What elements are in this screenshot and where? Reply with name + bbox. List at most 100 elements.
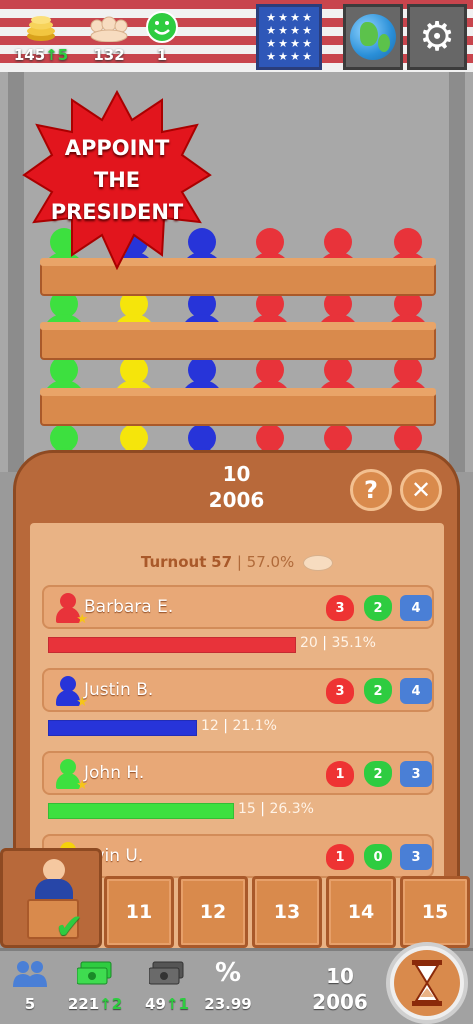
help-icon: ? — [364, 476, 378, 504]
heart-icon: 3 — [326, 595, 354, 621]
debt-up-arrow-icon: ↑ — [165, 995, 179, 1013]
candidate-name: Barbara E. — [84, 597, 174, 617]
shield-icon: 2 — [364, 678, 392, 704]
banknote-icon — [60, 957, 130, 989]
rate-stat: % 23.99 — [200, 957, 256, 1013]
population-stat: 5 — [8, 957, 52, 1013]
coins-value: 145 — [13, 46, 46, 64]
candidate-avatar-icon: ★ — [54, 676, 88, 710]
happiness-value: 1 — [156, 46, 168, 64]
shield-icon: 2 — [364, 761, 392, 787]
shield-value: 0 — [373, 849, 383, 865]
candidate-name: Justin B. — [84, 680, 154, 700]
heart-icon: 1 — [326, 844, 354, 870]
shield-value: 2 — [373, 600, 383, 616]
turnout-label: Turnout — [140, 553, 207, 571]
world-button[interactable] — [343, 4, 403, 70]
vote-label: 12 | 21.1% — [201, 718, 277, 734]
candidate-row[interactable]: ★ Barbara E. 3 2 4 — [42, 585, 434, 629]
heart-icon: 3 — [326, 678, 354, 704]
happiness-counter: 1 — [127, 10, 197, 64]
vote-bar — [48, 637, 296, 653]
vote-pct: 21.1% — [232, 718, 277, 734]
top-resource-bar: 145↑5 132 1 ★ ★ ★ ★ ★ ★ ★ ★ ★ ★ ★ ★ ★ ★ ★ ★ ⚙ — [0, 0, 473, 72]
people-icon — [8, 957, 52, 989]
end-turn-button[interactable] — [386, 942, 468, 1024]
turnout-value: 57 — [211, 553, 233, 571]
coins-up-arrow-icon: ↑ — [45, 46, 58, 64]
vote-label: 20 | 35.1% — [300, 635, 376, 651]
vote-bar — [48, 720, 197, 736]
cash-up-arrow-icon: ↑ — [99, 995, 112, 1013]
shield-icon: 0 — [364, 844, 392, 870]
banner-line-3: PRESIDENT — [50, 200, 184, 224]
handshake-icon: 3 — [400, 844, 432, 870]
crowd-counter: 132 — [74, 10, 144, 64]
us-flag-icon: ★ — [266, 11, 276, 24]
hall-pillar-right — [449, 72, 465, 472]
cash-stat: 221↑2 — [60, 957, 130, 1013]
vote-pct: 35.1% — [331, 635, 376, 651]
handshake-value: 4 — [411, 683, 421, 699]
heart-icon: 1 — [326, 761, 354, 787]
hourglass-icon — [394, 950, 460, 1016]
coins-counter: 145↑5 — [6, 10, 76, 64]
vote-bar — [48, 803, 234, 819]
gears-icon: ⚙ — [419, 14, 455, 60]
crowd-value: 132 — [93, 46, 125, 64]
handshake-icon: 3 — [400, 761, 432, 787]
rate-value: 23.99 — [204, 995, 252, 1013]
smiley-icon — [127, 10, 197, 44]
banner-line-2: THE — [93, 168, 141, 192]
current-number: 10 — [326, 964, 354, 988]
debt-delta: 1 — [178, 995, 189, 1013]
heart-value: 1 — [335, 849, 345, 865]
banner-line-1: APPOINT — [64, 136, 170, 160]
handshake-icon: 4 — [400, 595, 432, 621]
shield-value: 2 — [373, 766, 383, 782]
parliament-bench — [40, 322, 436, 360]
current-year: 2006 — [312, 990, 368, 1014]
candidate-avatar-icon: ★ — [54, 593, 88, 627]
population-value: 5 — [24, 995, 36, 1013]
coins-icon — [6, 10, 76, 44]
heart-value: 3 — [335, 683, 345, 699]
vote-count: 12 — [201, 718, 219, 734]
handshake-value: 4 — [411, 600, 421, 616]
cash-value: 221 — [67, 995, 100, 1013]
cash-delta: 2 — [111, 995, 123, 1013]
appoint-president-tab[interactable]: ✔ — [0, 848, 102, 948]
help-button[interactable]: ? — [350, 469, 392, 511]
candidate-row[interactable]: ★ John H. 1 2 3 — [42, 751, 434, 795]
crowd-icon — [303, 554, 334, 571]
shield-value: 2 — [373, 683, 383, 699]
close-button[interactable]: ✕ — [400, 469, 442, 511]
us-flag-button[interactable]: ★ ★ ★ ★ ★ ★ ★ ★ ★ ★ ★ ★ ★ ★ ★ ★ — [256, 4, 322, 70]
heart-value: 3 — [335, 600, 345, 616]
tab-14[interactable]: 14 — [326, 876, 396, 948]
tab-11[interactable]: 11 — [104, 876, 174, 948]
vote-pct: 26.3% — [269, 801, 314, 817]
vote-count: 15 — [238, 801, 256, 817]
settings-button[interactable]: ⚙ — [407, 4, 467, 70]
vote-count: 20 — [300, 635, 318, 651]
globe-icon — [350, 14, 396, 60]
turnout-line: Turnout 57 | 57.0% — [30, 553, 444, 571]
parliament-bench — [40, 388, 436, 426]
candidate-row[interactable]: ★ Justin B. 3 2 4 — [42, 668, 434, 712]
handshake-value: 3 — [411, 766, 421, 782]
percent-icon: % — [214, 958, 242, 988]
coins-delta: 5 — [57, 46, 69, 64]
close-icon: ✕ — [410, 476, 432, 504]
vote-label: 15 | 26.3% — [238, 801, 314, 817]
dark-banknote-icon — [136, 957, 198, 989]
current-date: 10 2006 — [300, 963, 380, 1015]
tab-13[interactable]: 13 — [252, 876, 322, 948]
tab-15[interactable]: 15 — [400, 876, 470, 948]
candidate-avatar-icon: ★ — [54, 759, 88, 793]
handshake-value: 3 — [411, 849, 421, 865]
president-head — [43, 859, 65, 881]
debt-stat: 49↑1 — [136, 957, 198, 1013]
heart-value: 1 — [335, 766, 345, 782]
tab-12[interactable]: 12 — [178, 876, 248, 948]
